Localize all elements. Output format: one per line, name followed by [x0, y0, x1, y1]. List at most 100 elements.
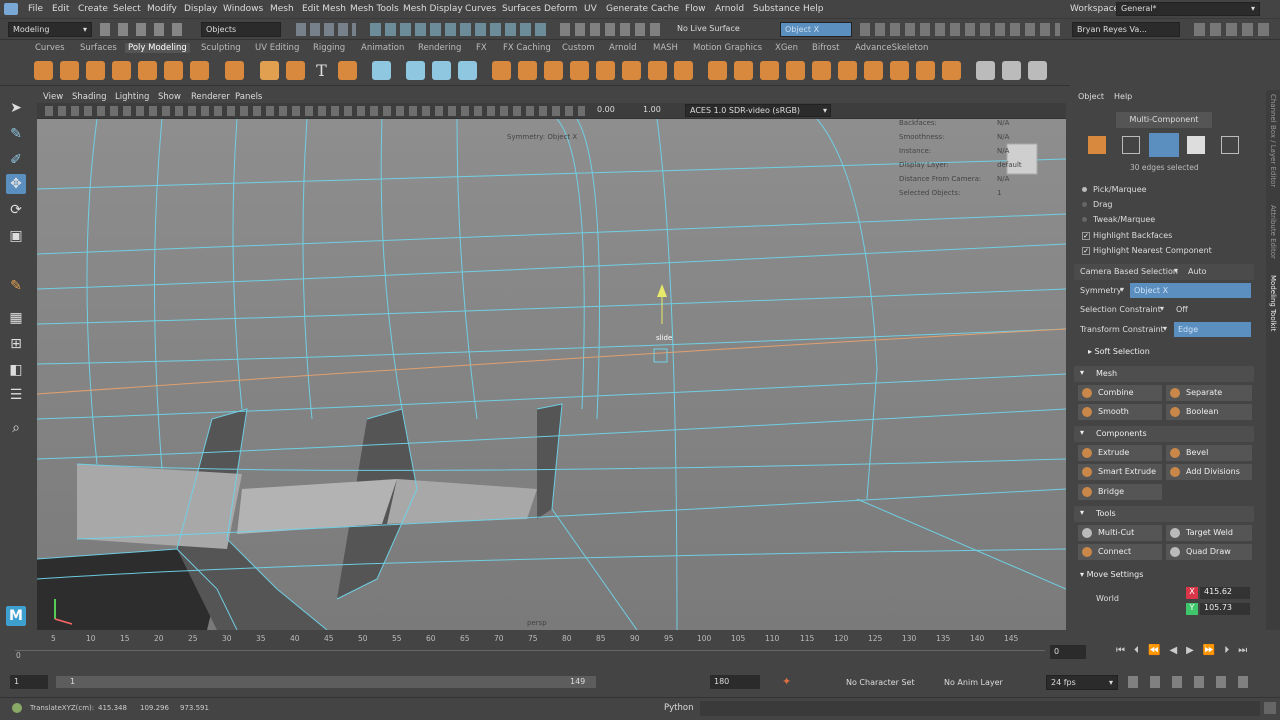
connect-button[interactable]: Connect	[1078, 544, 1162, 560]
face-mode-icon[interactable]	[1187, 136, 1205, 154]
tab-custom[interactable]: Custom	[562, 43, 595, 53]
poly-sphere-icon[interactable]	[34, 61, 53, 80]
tab-animation[interactable]: Animation	[361, 43, 404, 53]
collapse-icon[interactable]	[838, 61, 857, 80]
time-slider[interactable]: 0 5 10 15 20 25 30 35 40 45 50 55 60 65 …	[0, 634, 1280, 670]
mode-dropdown[interactable]: Modeling ▾	[8, 22, 92, 37]
merge-icon[interactable]	[812, 61, 831, 80]
extrude-button[interactable]: Extrude	[1078, 445, 1162, 461]
symmetry-dropdown[interactable]: Object X	[1130, 283, 1251, 298]
menu-mesh-display[interactable]: Mesh Display	[403, 4, 463, 14]
svg-icon[interactable]	[338, 61, 357, 80]
script-language-button[interactable]: Python	[664, 703, 693, 713]
wedge-icon[interactable]	[890, 61, 909, 80]
bevel-button[interactable]: Bevel	[1166, 445, 1252, 461]
fill-hole-icon[interactable]	[570, 61, 589, 80]
offset-edge-icon[interactable]	[916, 61, 935, 80]
poly-disc-icon[interactable]	[190, 61, 209, 80]
multi-cut-icon[interactable]	[942, 61, 961, 80]
tab-arnold[interactable]: Arnold	[609, 43, 637, 53]
current-frame-field[interactable]: 0	[1050, 645, 1086, 659]
tab-rendering[interactable]: Rendering	[418, 43, 461, 53]
menu-display[interactable]: Display	[184, 4, 217, 14]
playback-option-icons[interactable]	[1128, 676, 1258, 688]
poly-plane-icon[interactable]	[164, 61, 183, 80]
poly-cube-icon[interactable]	[60, 61, 79, 80]
bridge-button[interactable]: Bridge	[1078, 484, 1162, 500]
vertex-mode-icon[interactable]	[1122, 136, 1140, 154]
viewport[interactable]: Symmetry: Object X slide persp Backfaces…	[37, 119, 1066, 630]
bevel-icon[interactable]	[760, 61, 779, 80]
single-view-icon[interactable]: ▦	[6, 308, 26, 328]
edge-mode-icon[interactable]	[1149, 133, 1179, 157]
separate-icon[interactable]	[406, 61, 425, 80]
menu-modify[interactable]: Modify	[147, 4, 177, 14]
panel-menu-lighting[interactable]: Lighting	[115, 92, 149, 102]
panel-menu-view[interactable]: View	[43, 92, 63, 102]
boolean-icon[interactable]	[544, 61, 563, 80]
live-surface-label[interactable]: No Live Surface	[677, 24, 740, 33]
tab-channel-box[interactable]: Channel Box / Layer Editor	[1269, 94, 1277, 187]
start-frame-field[interactable]: 1	[10, 675, 48, 689]
menu-uv[interactable]: UV	[584, 4, 597, 14]
fps-dropdown[interactable]: 24 fps ▾	[1046, 675, 1118, 690]
menu-create[interactable]: Create	[78, 4, 108, 14]
quad-draw-icon[interactable]	[1028, 61, 1047, 80]
menu-surfaces[interactable]: Surfaces	[502, 4, 541, 14]
extract-icon[interactable]	[432, 61, 451, 80]
character-set-label[interactable]: No Character Set	[846, 678, 915, 687]
outliner-icon[interactable]: ☰	[6, 385, 26, 405]
anim-layer-label[interactable]: No Anim Layer	[944, 678, 1003, 687]
tab-motion-graphics[interactable]: Motion Graphics	[693, 43, 762, 53]
menu-windows[interactable]: Windows	[223, 4, 263, 14]
panel-menu-panels[interactable]: Panels	[235, 92, 262, 102]
menu-mesh-tools[interactable]: Mesh Tools	[350, 4, 399, 14]
tab-surfaces[interactable]: Surfaces	[80, 43, 117, 53]
sweep-mesh-icon[interactable]	[286, 61, 305, 80]
four-view-icon[interactable]: ⊞	[6, 334, 26, 354]
pick-marquee-option[interactable]: Pick/Marquee	[1082, 185, 1147, 194]
menu-cache[interactable]: Cache	[651, 4, 679, 14]
smart-extrude-button[interactable]: Smart Extrude	[1078, 464, 1162, 480]
boolean-button[interactable]: Boolean	[1166, 404, 1252, 420]
exposure-field[interactable]: 0.00	[597, 105, 615, 114]
remesh-icon[interactable]	[622, 61, 641, 80]
panel-toolbar-icons[interactable]	[45, 106, 585, 116]
workspace-dropdown[interactable]: General* ▾	[1116, 2, 1260, 16]
target-weld-button[interactable]: Target Weld	[1166, 525, 1252, 541]
mtk-menu-object[interactable]: Object	[1078, 92, 1104, 101]
menu-select[interactable]: Select	[113, 4, 141, 14]
world-space-label[interactable]: World	[1096, 594, 1119, 603]
auto-key-icon[interactable]: ✦	[782, 675, 791, 688]
scale-tool-icon[interactable]: ▣	[6, 226, 26, 246]
poke-icon[interactable]	[864, 61, 883, 80]
extrude-icon[interactable]	[708, 61, 727, 80]
snap-icons[interactable]	[370, 23, 550, 36]
tab-uv-editing[interactable]: UV Editing	[255, 43, 299, 53]
multi-cut-button[interactable]: Multi-Cut	[1078, 525, 1162, 541]
platonic-icon[interactable]	[225, 61, 244, 80]
panel-menu-renderer[interactable]: Renderer	[191, 92, 230, 102]
move-settings-header[interactable]: ▾ Move Settings	[1080, 570, 1143, 579]
smooth-button[interactable]: Smooth	[1078, 404, 1162, 420]
tab-poly-modeling[interactable]: Poly Modeling	[125, 43, 190, 53]
move-tool-icon[interactable]: ✥	[6, 174, 26, 194]
highlight-backfaces-checkbox[interactable]: ✓ Highlight Backfaces	[1082, 231, 1172, 240]
tab-curves[interactable]: Curves	[35, 43, 65, 53]
tweak-marquee-option[interactable]: Tweak/Marquee	[1082, 215, 1155, 224]
type-icon[interactable]: T	[312, 61, 331, 80]
highlight-nearest-checkbox[interactable]: ✓ Highlight Nearest Component	[1082, 246, 1212, 255]
tab-sculpting[interactable]: Sculpting	[201, 43, 241, 53]
mtk-menu-help[interactable]: Help	[1114, 92, 1132, 101]
lasso-tool-icon[interactable]: ✎	[6, 124, 26, 144]
triangulate-icon[interactable]	[674, 61, 693, 80]
uv-editor-icon[interactable]	[372, 61, 391, 80]
tab-fx[interactable]: FX	[476, 43, 487, 53]
tab-rigging[interactable]: Rigging	[313, 43, 345, 53]
drag-option[interactable]: Drag	[1082, 200, 1112, 209]
poly-torus-icon[interactable]	[138, 61, 157, 80]
menu-substance[interactable]: Substance	[753, 4, 800, 14]
search-icon[interactable]: ⌕	[6, 418, 26, 438]
file-icons-strip[interactable]	[100, 23, 184, 36]
view-cube[interactable]	[1006, 143, 1038, 175]
